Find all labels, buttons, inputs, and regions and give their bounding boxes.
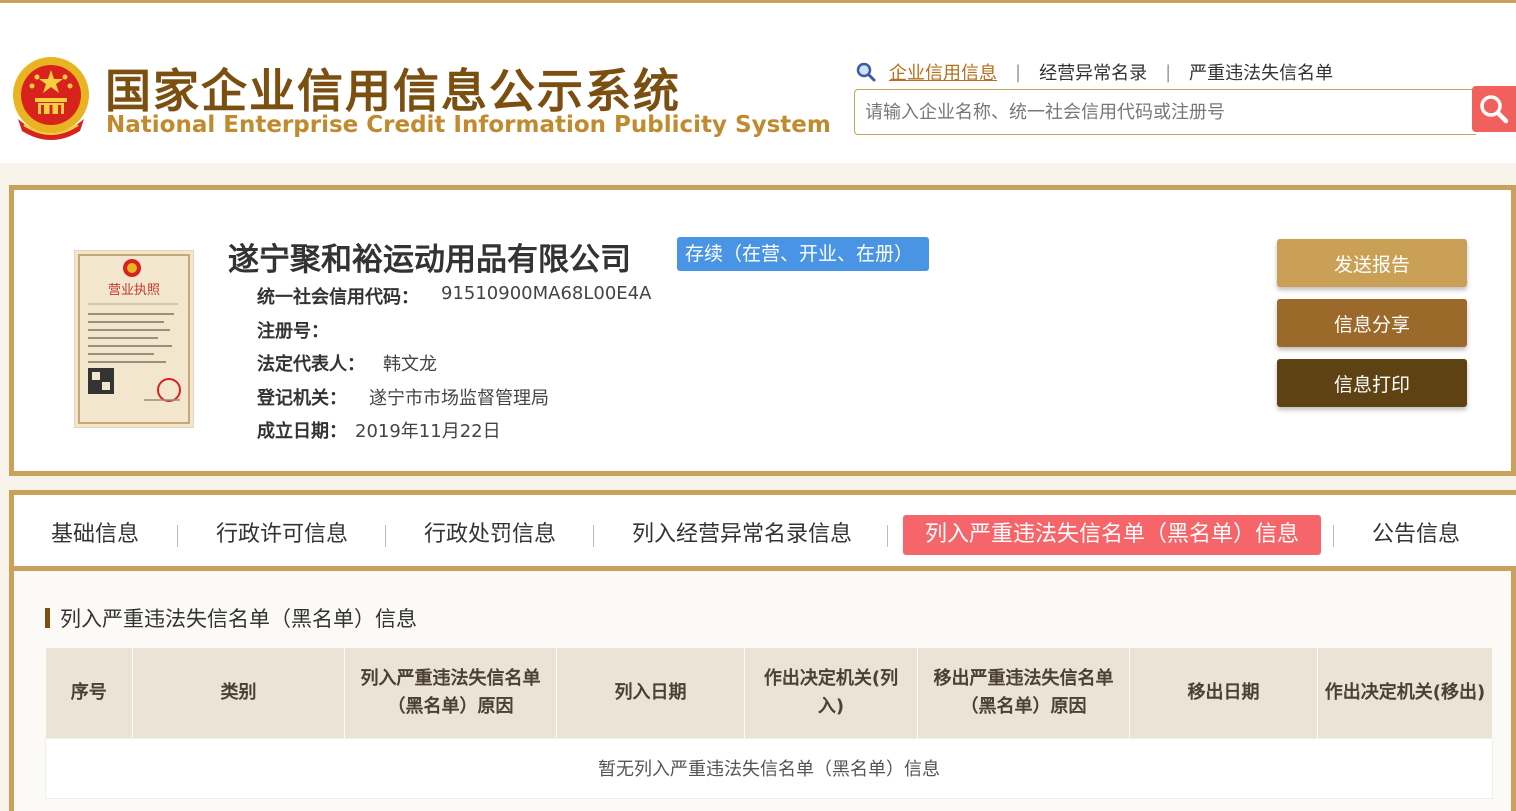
national-emblem-icon [13, 57, 89, 140]
table-header-row: 序号 类别 列入严重违法失信名单（黑名单）原因 列入日期 作出决定机关(列入) … [45, 648, 1493, 738]
tab-abnormal-list[interactable]: 列入经营异常名录信息 [632, 515, 852, 555]
print-info-button[interactable]: 信息打印 [1277, 359, 1467, 407]
tab-separator [385, 525, 386, 547]
nav-separator: | [1015, 61, 1022, 83]
column-header: 作出决定机关(移出) [1317, 648, 1493, 738]
nav-separator: | [1165, 61, 1172, 83]
section-title: 列入严重违法失信名单（黑名单）信息 [45, 603, 417, 633]
info-row-authority: 登记机关： 遂宁市市场监督管理局 [257, 384, 549, 410]
nav-item-enterprise-credit[interactable]: 企业信用信息 [889, 59, 997, 85]
established-label: 成立日期： [257, 421, 347, 442]
info-row-reg-no: 注册号： [257, 317, 329, 343]
section-title-marker [45, 608, 50, 628]
info-row-legal-rep: 法定代表人： 韩文龙 [257, 350, 437, 376]
site-header: 国家企业信用信息公示系统 National Enterprise Credit … [0, 3, 1516, 163]
column-header: 列入严重违法失信名单（黑名单）原因 [344, 648, 557, 738]
send-report-button[interactable]: 发送报告 [1277, 239, 1467, 287]
info-row-established: 成立日期： 2019年11月22日 [257, 417, 501, 443]
tab-separator [1333, 525, 1334, 547]
section-title-text: 列入严重违法失信名单（黑名单）信息 [60, 607, 417, 631]
nav-item-abnormal-list[interactable]: 经营异常名录 [1039, 59, 1147, 85]
established-value: 2019年11月22日 [355, 421, 501, 442]
tab-announcements[interactable]: 公告信息 [1372, 515, 1460, 555]
search-icon [856, 62, 876, 82]
credit-code-label: 统一社会信用代码： [257, 287, 419, 308]
business-license-image: 营业执照 [74, 250, 194, 428]
company-card: 营业执照 遂宁聚和裕运动用品有限公司 存续（在营、开业、在册） 统一社会信用代码… [9, 185, 1516, 476]
column-header: 移出严重违法失信名单（黑名单）原因 [917, 648, 1130, 738]
info-row-credit-code: 统一社会信用代码： 91510900MA68L00E4A [257, 283, 651, 309]
tab-separator [887, 525, 888, 547]
tab-admin-penalty[interactable]: 行政处罚信息 [424, 515, 556, 555]
legal-rep-label: 法定代表人： [257, 354, 365, 375]
search-box [854, 89, 1476, 135]
column-header: 列入日期 [556, 648, 745, 738]
tab-basic-info[interactable]: 基础信息 [51, 515, 139, 555]
top-nav: 企业信用信息 | 经营异常名录 | 严重违法失信名单 [855, 59, 1333, 85]
column-header: 作出决定机关(列入) [744, 648, 918, 738]
search-button[interactable] [1472, 86, 1516, 132]
search-input[interactable] [855, 90, 1476, 134]
reg-no-label: 注册号： [257, 321, 329, 342]
tab-separator [177, 525, 178, 547]
legal-rep-value: 韩文龙 [383, 354, 437, 375]
authority-label: 登记机关： [257, 388, 347, 409]
site-subtitle: National Enterprise Credit Information P… [106, 112, 831, 138]
share-info-button[interactable]: 信息分享 [1277, 299, 1467, 347]
blacklist-table: 序号 类别 列入严重违法失信名单（黑名单）原因 列入日期 作出决定机关(列入) … [45, 648, 1493, 799]
tab-separator [593, 525, 594, 547]
table-row: 暂无列入严重违法失信名单（黑名单）信息 [45, 737, 1493, 799]
tabs-panel: 基础信息 行政许可信息 行政处罚信息 列入经营异常名录信息 列入严重违法失信名单… [9, 490, 1516, 811]
tab-blacklist[interactable]: 列入严重违法失信名单（黑名单）信息 [903, 515, 1322, 555]
column-header: 类别 [132, 648, 345, 738]
credit-code-value: 91510900MA68L00E4A [441, 283, 652, 304]
column-header: 移出日期 [1129, 648, 1318, 738]
nav-item-blacklist[interactable]: 严重违法失信名单 [1189, 59, 1333, 85]
column-header: 序号 [45, 648, 133, 738]
search-icon [1480, 95, 1509, 124]
company-name: 遂宁聚和裕运动用品有限公司 [228, 242, 631, 278]
empty-message: 暂无列入严重违法失信名单（黑名单）信息 [45, 737, 1493, 799]
tab-bar: 基础信息 行政许可信息 行政处罚信息 列入经营异常名录信息 列入严重违法失信名单… [14, 495, 1516, 571]
svg-text:营业执照: 营业执照 [108, 283, 160, 298]
tab-admin-license[interactable]: 行政许可信息 [216, 515, 348, 555]
status-badge: 存续（在营、开业、在册） [677, 237, 930, 271]
authority-value: 遂宁市市场监督管理局 [369, 388, 549, 409]
